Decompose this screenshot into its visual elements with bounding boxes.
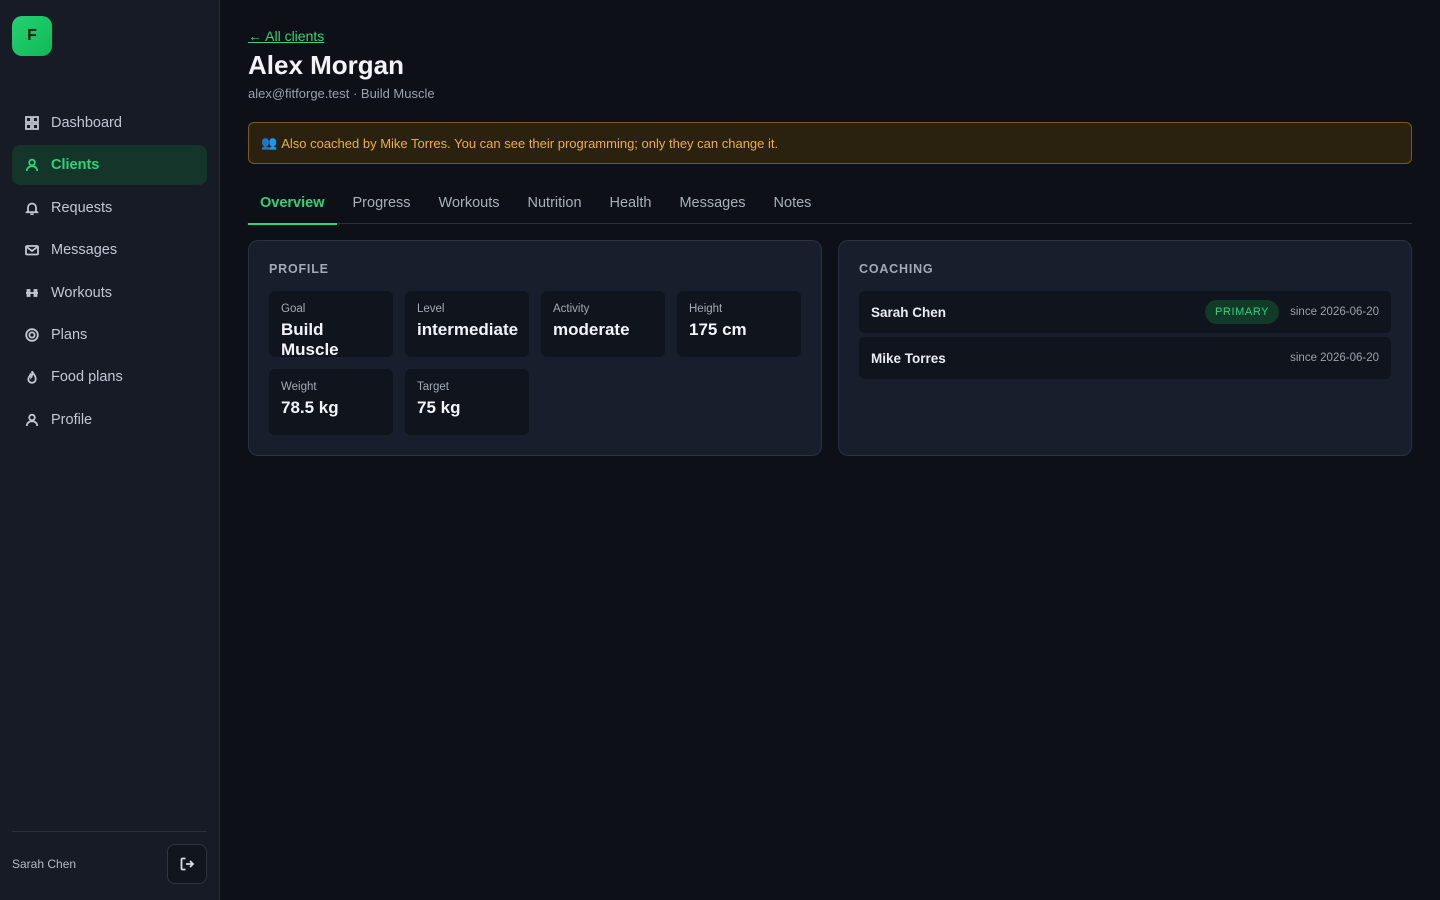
stat-value: intermediate — [417, 320, 519, 339]
coach-since: since 2026-06-20 — [1290, 306, 1379, 318]
tab-workouts[interactable]: Workouts — [427, 182, 512, 224]
tab-health[interactable]: Health — [598, 182, 664, 224]
sidebar-item-plans[interactable]: Plans — [12, 315, 207, 355]
coaching-card: COACHING Sarah Chen PRIMARY since 2026-0… — [838, 240, 1412, 456]
stat-level: Level intermediate — [405, 291, 529, 357]
stat-label: Height — [689, 303, 723, 315]
flame-icon — [25, 370, 39, 385]
target-icon — [25, 328, 39, 342]
stat-weight: Weight 78.5 kg — [269, 369, 393, 435]
client-tabs: Overview Progress Workouts Nutrition Hea… — [248, 182, 1412, 225]
stat-label: Target — [417, 381, 449, 393]
stat-target: Target 75 kg — [405, 369, 529, 435]
stat-label: Level — [417, 303, 445, 315]
sidebar-item-label: Clients — [51, 157, 100, 174]
stat-label: Goal — [281, 303, 306, 315]
stat-height: Height 175 cm — [677, 291, 801, 357]
sidebar-item-label: Plans — [51, 326, 88, 343]
sidebar-footer: Sarah Chen — [12, 831, 207, 884]
current-user-name: Sarah Chen — [12, 857, 77, 871]
tab-nutrition[interactable]: Nutrition — [516, 182, 594, 224]
dumbbell-icon — [25, 286, 39, 300]
profile-card-title: PROFILE — [269, 262, 329, 276]
stat-value: 78.5 kg — [281, 398, 339, 417]
sidebar-item-label: Requests — [51, 199, 113, 216]
stat-value: moderate — [553, 320, 630, 339]
stat-goal: Goal Build Muscle — [269, 291, 393, 359]
coach-list: Sarah Chen PRIMARY since 2026-06-20 Mike… — [859, 291, 1391, 379]
user-icon — [25, 158, 39, 172]
sidebar-item-label: Profile — [51, 411, 93, 428]
coach-row: Mike Torres since 2026-06-20 — [859, 337, 1391, 379]
stat-value: Build Muscle — [281, 320, 339, 359]
stat-value: 75 kg — [417, 398, 461, 417]
tab-overview[interactable]: Overview — [248, 182, 337, 225]
sidebar-item-workouts[interactable]: Workouts — [12, 273, 207, 313]
banner-text: Also coached by Mike Torres. You can see… — [281, 135, 779, 151]
stat-label: Weight — [281, 381, 317, 393]
sidebar-nav: Dashboard Clients Requests Messages Work… — [12, 103, 207, 442]
tab-progress[interactable]: Progress — [341, 182, 423, 224]
client-subtitle: alex@fitforge.test · Build Muscle — [248, 86, 435, 101]
all-clients-link[interactable]: ← All clients — [248, 28, 324, 44]
stat-label: Activity — [553, 303, 590, 315]
profile-card: PROFILE Goal Build Muscle Level intermed… — [248, 240, 822, 456]
sidebar-item-dashboard[interactable]: Dashboard — [12, 103, 207, 143]
stat-value: 175 cm — [689, 320, 747, 339]
coach-row: Sarah Chen PRIMARY since 2026-06-20 — [859, 291, 1391, 333]
mail-icon — [25, 243, 39, 257]
sidebar: F Dashboard Clients Requests Messages Wo… — [0, 0, 220, 900]
sidebar-item-label: Food plans — [51, 369, 123, 386]
sidebar-item-requests[interactable]: Requests — [12, 188, 207, 228]
user-icon — [25, 413, 39, 427]
sidebar-item-label: Workouts — [51, 284, 112, 301]
tab-messages[interactable]: Messages — [667, 182, 757, 224]
grid-icon — [25, 116, 39, 130]
sidebar-item-clients[interactable]: Clients — [12, 145, 207, 186]
people-icon: 👥 — [261, 135, 278, 150]
coaching-card-title: COACHING — [859, 262, 934, 276]
stat-activity: Activity moderate — [541, 291, 665, 357]
sidebar-item-label: Dashboard — [51, 115, 122, 131]
app-logo[interactable]: F — [12, 16, 52, 56]
overview-cards: PROFILE Goal Build Muscle Level intermed… — [248, 240, 1412, 456]
sidebar-item-food-plans[interactable]: Food plans — [12, 357, 207, 397]
primary-badge: PRIMARY — [1205, 300, 1280, 324]
shared-coaching-banner: 👥 Also coached by Mike Torres. You can s… — [248, 122, 1412, 164]
logout-icon — [180, 857, 195, 871]
coach-name: Sarah Chen — [871, 304, 947, 320]
page-title: Alex Morgan — [248, 50, 405, 80]
sidebar-item-profile[interactable]: Profile — [12, 400, 207, 440]
logout-button[interactable] — [167, 844, 207, 884]
main-content: ← All clients Alex Morgan alex@fitforge.… — [220, 0, 1440, 900]
bell-icon — [25, 201, 39, 215]
sidebar-item-label: Messages — [51, 242, 118, 259]
coach-since: since 2026-06-20 — [1290, 352, 1379, 364]
logo-letter: F — [27, 27, 37, 44]
profile-stats: Goal Build Muscle Level intermediate Act… — [269, 291, 801, 435]
sidebar-item-messages[interactable]: Messages — [12, 230, 207, 270]
coach-name: Mike Torres — [871, 350, 946, 366]
tab-notes[interactable]: Notes — [762, 182, 824, 224]
